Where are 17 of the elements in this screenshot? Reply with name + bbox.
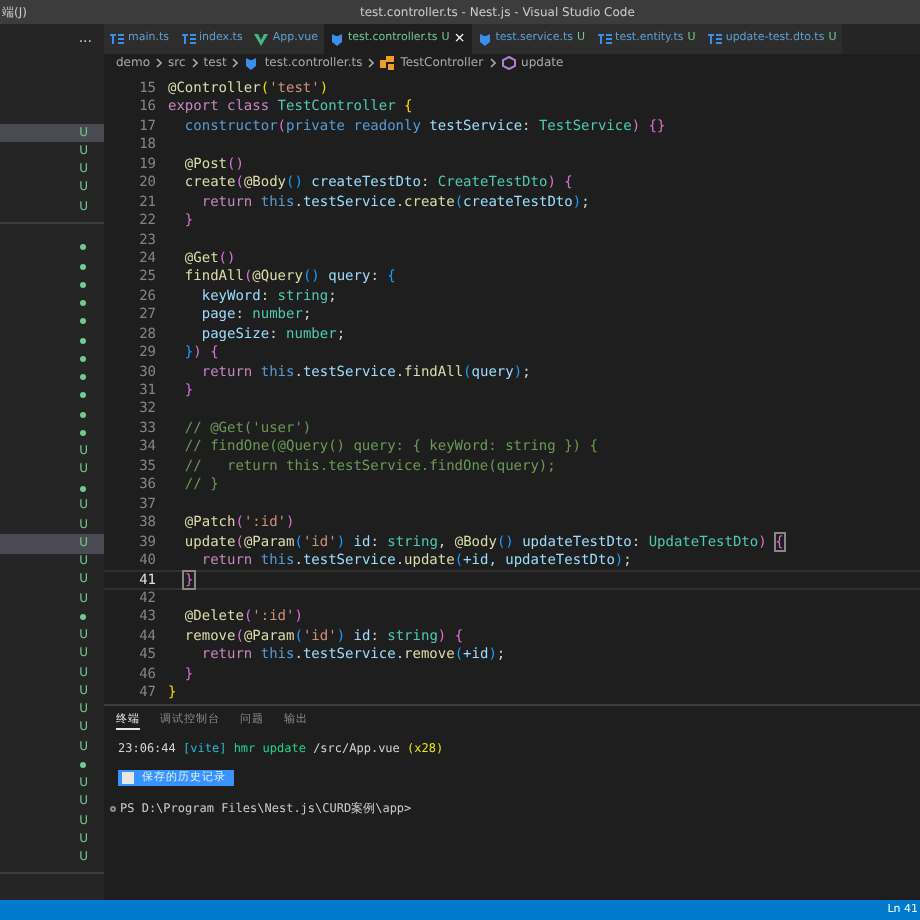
cat-head-icon <box>329 32 344 46</box>
typescript-file-icon <box>181 34 196 44</box>
typescript-file-icon <box>110 34 124 44</box>
typescript-file-icon <box>597 34 612 44</box>
cube-icon <box>501 56 516 70</box>
chevron-icon <box>191 58 198 68</box>
cat-head-icon <box>244 56 259 70</box>
chevron-icon <box>368 58 375 68</box>
vue-logo-icon <box>254 33 269 45</box>
typescript-file-icon <box>707 34 722 44</box>
marker-icon <box>122 772 134 784</box>
chevron-icon <box>156 58 163 68</box>
command-status-icon <box>110 806 116 812</box>
chevron-icon <box>489 58 496 68</box>
class-icon <box>380 56 395 70</box>
cat-head-icon <box>477 32 492 46</box>
chevron-icon <box>232 58 239 68</box>
